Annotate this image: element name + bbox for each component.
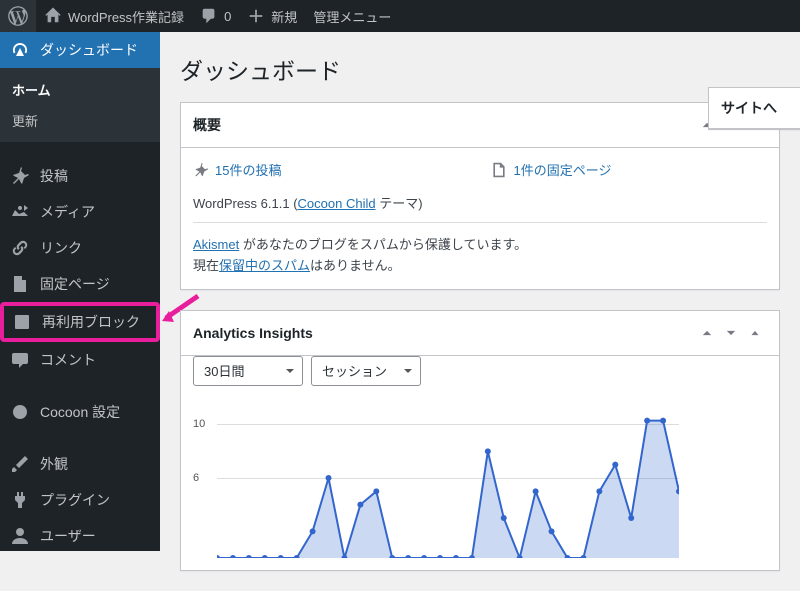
user-icon [10, 526, 30, 546]
panel-toggle[interactable] [743, 321, 767, 345]
page-title: ダッシュボード [180, 52, 780, 86]
overview-posts[interactable]: 15件の投稿 [193, 160, 281, 179]
metric-select[interactable]: セッション [311, 356, 421, 386]
sidebar-item-label: コメント [40, 350, 96, 370]
analytics-panel: Analytics Insights 30日間 セッション 610 [180, 310, 780, 571]
panel-move-up[interactable] [695, 321, 719, 345]
submenu-home[interactable]: ホーム [0, 74, 160, 105]
akismet-link[interactable]: Akismet [193, 237, 239, 252]
overview-pages[interactable]: 1件の固定ページ [491, 160, 611, 179]
chart-container: 610 [181, 398, 779, 570]
new-content-menu[interactable]: 新規 [239, 0, 305, 32]
sidebar-item-dashboard[interactable]: ダッシュボード [0, 32, 160, 68]
caret-up-icon [748, 326, 762, 340]
sidebar-item-label: 固定ページ [40, 274, 110, 294]
sidebar-item-label: ダッシュボード [40, 40, 138, 60]
sidebar-item-links[interactable]: リンク [0, 230, 160, 266]
akismet-status: Akismet があなたのブログをスパムから保護しています。 現在保留中のスパム… [193, 222, 767, 277]
theme-link[interactable]: Cocoon Child [298, 196, 376, 211]
sidebar-item-plugins[interactable]: プラグイン [0, 482, 160, 518]
link-icon [10, 238, 30, 258]
pin-icon [193, 162, 209, 178]
panel-title: Analytics Insights [193, 325, 695, 341]
sidebar-item-cocoon[interactable]: Cocoon 設定 [0, 394, 160, 430]
new-label: 新規 [271, 7, 297, 26]
panel-header: 概要 [181, 103, 779, 148]
plugin-icon [10, 490, 30, 510]
submenu-updates[interactable]: 更新 [0, 105, 160, 136]
comment-icon [200, 7, 218, 25]
home-icon [44, 7, 62, 25]
wordpress-icon [8, 6, 28, 26]
panel-header: Analytics Insights [181, 311, 779, 356]
panel-title: 概要 [193, 115, 695, 135]
sidebar-item-label: 再利用ブロック [42, 312, 140, 332]
period-select[interactable]: 30日間 [193, 356, 303, 386]
brush-icon [10, 454, 30, 474]
posts-link[interactable]: 15件の投稿 [215, 160, 281, 179]
sidebar-item-posts[interactable]: 投稿 [0, 158, 160, 194]
site-health-panel: サイトへ [708, 87, 800, 130]
chevron-down-icon [724, 326, 738, 340]
panel-move-down[interactable] [719, 321, 743, 345]
sidebar-item-comments[interactable]: コメント [0, 342, 160, 378]
admin-extra-menu[interactable]: 管理メニュー [305, 0, 399, 32]
chevron-up-icon [700, 326, 714, 340]
sidebar-item-label: 投稿 [40, 166, 68, 186]
media-icon [10, 202, 30, 222]
dashboard-submenu: ホーム 更新 [0, 68, 160, 142]
dashboard-icon [10, 40, 30, 60]
site-name-menu[interactable]: WordPress作業記録 [36, 0, 192, 32]
sidebar-item-appearance[interactable]: 外観 [0, 446, 160, 482]
sidebar-item-label: プラグイン [40, 490, 110, 510]
sidebar-item-pages[interactable]: 固定ページ [0, 266, 160, 302]
sidebar-item-label: リンク [40, 238, 82, 258]
wp-logo-menu[interactable] [0, 0, 36, 32]
sidebar-item-reusable-blocks[interactable]: 再利用ブロック [0, 302, 160, 342]
comments-menu[interactable]: 0 [192, 0, 239, 32]
sidebar-item-users[interactable]: ユーザー [0, 518, 160, 554]
sidebar-item-label: Cocoon 設定 [40, 402, 120, 422]
comments-count: 0 [224, 9, 231, 24]
sidebar-item-label: 外観 [40, 454, 68, 474]
sidebar-item-label: メディア [40, 202, 95, 222]
block-icon [12, 312, 32, 332]
comment-icon [10, 350, 30, 370]
site-title: WordPress作業記録 [68, 7, 184, 26]
page-icon [10, 274, 30, 294]
sidebar-item-media[interactable]: メディア [0, 194, 160, 230]
panel-title: サイトへ [721, 98, 800, 118]
pages-link[interactable]: 1件の固定ページ [513, 160, 611, 179]
admin-sidebar: ダッシュボード ホーム 更新 投稿 メディア リンク 固定ページ 再利用ブロック… [0, 32, 160, 551]
cocoon-icon [10, 402, 30, 422]
panel-body: 15件の投稿 1件の固定ページ WordPress 6.1.1 (Cocoon … [181, 148, 779, 289]
plus-icon [247, 7, 265, 25]
admin-bar: WordPress作業記録 0 新規 管理メニュー [0, 0, 800, 32]
spam-link[interactable]: 保留中のスパム [219, 258, 310, 273]
main-content: ダッシュボード 概要 15件の投稿 1件の固定ページ WordPres [160, 32, 800, 591]
overview-panel: 概要 15件の投稿 1件の固定ページ WordPress 6.1.1 (Coco… [180, 102, 780, 290]
page-icon [491, 162, 507, 178]
sidebar-item-label: ユーザー [40, 526, 96, 546]
wp-version-line: WordPress 6.1.1 (Cocoon Child テーマ) [193, 193, 767, 212]
pin-icon [10, 166, 30, 186]
